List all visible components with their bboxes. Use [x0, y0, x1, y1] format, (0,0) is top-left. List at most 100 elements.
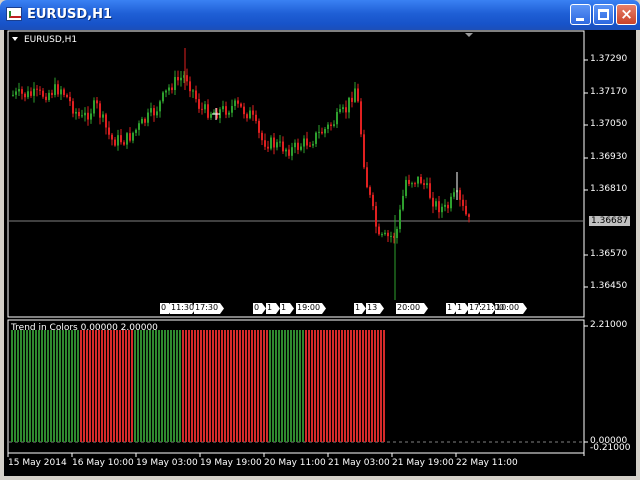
histogram-bar-2-3 — [143, 330, 145, 442]
candle-body-2 — [18, 89, 20, 92]
histogram-bar-3-2 — [188, 330, 190, 442]
candle-body-79 — [249, 110, 251, 119]
histogram-bar-2-5 — [149, 330, 151, 442]
candle-body-51 — [165, 90, 167, 93]
candle-body-136 — [420, 176, 422, 184]
candle-body-16 — [60, 89, 62, 95]
candle-body-146 — [450, 196, 452, 209]
histogram-bar-0-22 — [77, 330, 79, 442]
candle-body-4 — [24, 93, 26, 98]
candle-body-123 — [381, 234, 383, 236]
histogram-bar-4-9 — [296, 330, 298, 442]
candle-body-70 — [222, 106, 224, 110]
histogram-bar-1-15 — [125, 330, 127, 442]
histogram-bar-3-25 — [257, 330, 259, 442]
chart-symbol-label: EURUSD,H1 — [24, 35, 78, 45]
histogram-bar-0-12 — [47, 330, 49, 442]
price-label-2: 1.37050 — [590, 119, 628, 129]
histogram-bar-0-4 — [23, 330, 25, 442]
price-label-5: 1.36570 — [590, 249, 628, 259]
candle-body-143 — [441, 206, 443, 213]
histogram-bar-0-7 — [32, 330, 34, 442]
candle-body-105 — [327, 124, 329, 129]
price-chart[interactable] — [0, 0, 640, 480]
candle-body-104 — [324, 128, 326, 134]
candle-body-17 — [63, 89, 65, 95]
candle-body-152 — [468, 214, 470, 217]
histogram-bar-5-13 — [344, 330, 346, 442]
candle-body-11 — [45, 96, 47, 101]
candle-body-60 — [192, 90, 194, 92]
candle-body-82 — [258, 120, 260, 133]
histogram-bar-2-12 — [170, 330, 172, 442]
candle-body-101 — [315, 132, 317, 144]
histogram-bar-2-0 — [134, 330, 136, 442]
candle-body-112 — [348, 97, 350, 113]
candle-body-18 — [66, 94, 68, 97]
candle-body-54 — [174, 77, 176, 91]
histogram-bar-5-14 — [347, 330, 349, 442]
candle-body-126 — [390, 235, 392, 237]
candle-body-132 — [408, 179, 410, 184]
histogram-bar-0-5 — [26, 330, 28, 442]
candle-body-63 — [201, 108, 203, 110]
candle-body-61 — [195, 90, 197, 100]
candle-body-62 — [198, 99, 200, 109]
candle-body-37 — [123, 142, 125, 145]
candle-body-12 — [48, 92, 50, 101]
candle-body-96 — [300, 146, 302, 150]
candle-body-113 — [351, 97, 353, 102]
candle-body-116 — [360, 101, 362, 135]
histogram-bar-5-12 — [341, 330, 343, 442]
histogram-bar-3-27 — [263, 330, 265, 442]
histogram-bar-1-8 — [104, 330, 106, 442]
histogram-bar-3-6 — [200, 330, 202, 442]
histogram-bar-2-2 — [140, 330, 142, 442]
histogram-bar-3-0 — [182, 330, 184, 442]
histogram-bar-3-16 — [230, 330, 232, 442]
candle-body-118 — [366, 167, 368, 188]
histogram-bar-3-17 — [233, 330, 235, 442]
histogram-bar-3-10 — [212, 330, 214, 442]
candle-body-108 — [336, 112, 338, 125]
candle-body-86 — [270, 137, 272, 149]
histogram-bar-2-6 — [152, 330, 154, 442]
candle-body-115 — [357, 88, 359, 102]
candle-body-0 — [12, 94, 14, 96]
candle-body-124 — [384, 232, 386, 235]
histogram-bar-3-26 — [260, 330, 262, 442]
candle-body-41 — [135, 129, 137, 133]
candle-body-72 — [228, 112, 230, 115]
candle-body-50 — [162, 92, 164, 102]
histogram-bar-5-11 — [338, 330, 340, 442]
histogram-bar-3-14 — [224, 330, 226, 442]
price-label-3: 1.36930 — [590, 152, 628, 162]
candle-body-8 — [36, 88, 38, 90]
candle-body-92 — [288, 149, 290, 156]
histogram-bar-4-11 — [302, 330, 304, 442]
session-tag-9: 20:00 — [397, 303, 421, 312]
histogram-bar-5-17 — [356, 330, 358, 442]
candle-body-121 — [375, 206, 377, 227]
candle-body-31 — [105, 114, 107, 128]
time-label-6: 21 May 19:00 — [392, 458, 454, 468]
candle-body-33 — [111, 134, 113, 140]
candle-body-14 — [54, 84, 56, 95]
candle-body-110 — [342, 107, 344, 110]
histogram-bar-1-4 — [92, 330, 94, 442]
candle-body-102 — [318, 131, 320, 133]
candle-body-147 — [453, 192, 455, 197]
candle-body-90 — [282, 141, 284, 152]
histogram-bar-5-20 — [365, 330, 367, 442]
histogram-bar-2-14 — [176, 330, 178, 442]
candle-body-27 — [93, 100, 95, 114]
candle-body-119 — [369, 187, 371, 195]
histogram-bar-3-24 — [254, 330, 256, 442]
histogram-bar-2-4 — [146, 330, 148, 442]
histogram-bar-5-0 — [305, 330, 307, 442]
session-tag-2: 17:30 — [195, 303, 219, 312]
candle-body-46 — [150, 108, 152, 113]
candle-body-135 — [417, 176, 419, 184]
candle-body-75 — [237, 100, 239, 104]
candle-body-29 — [99, 103, 101, 118]
